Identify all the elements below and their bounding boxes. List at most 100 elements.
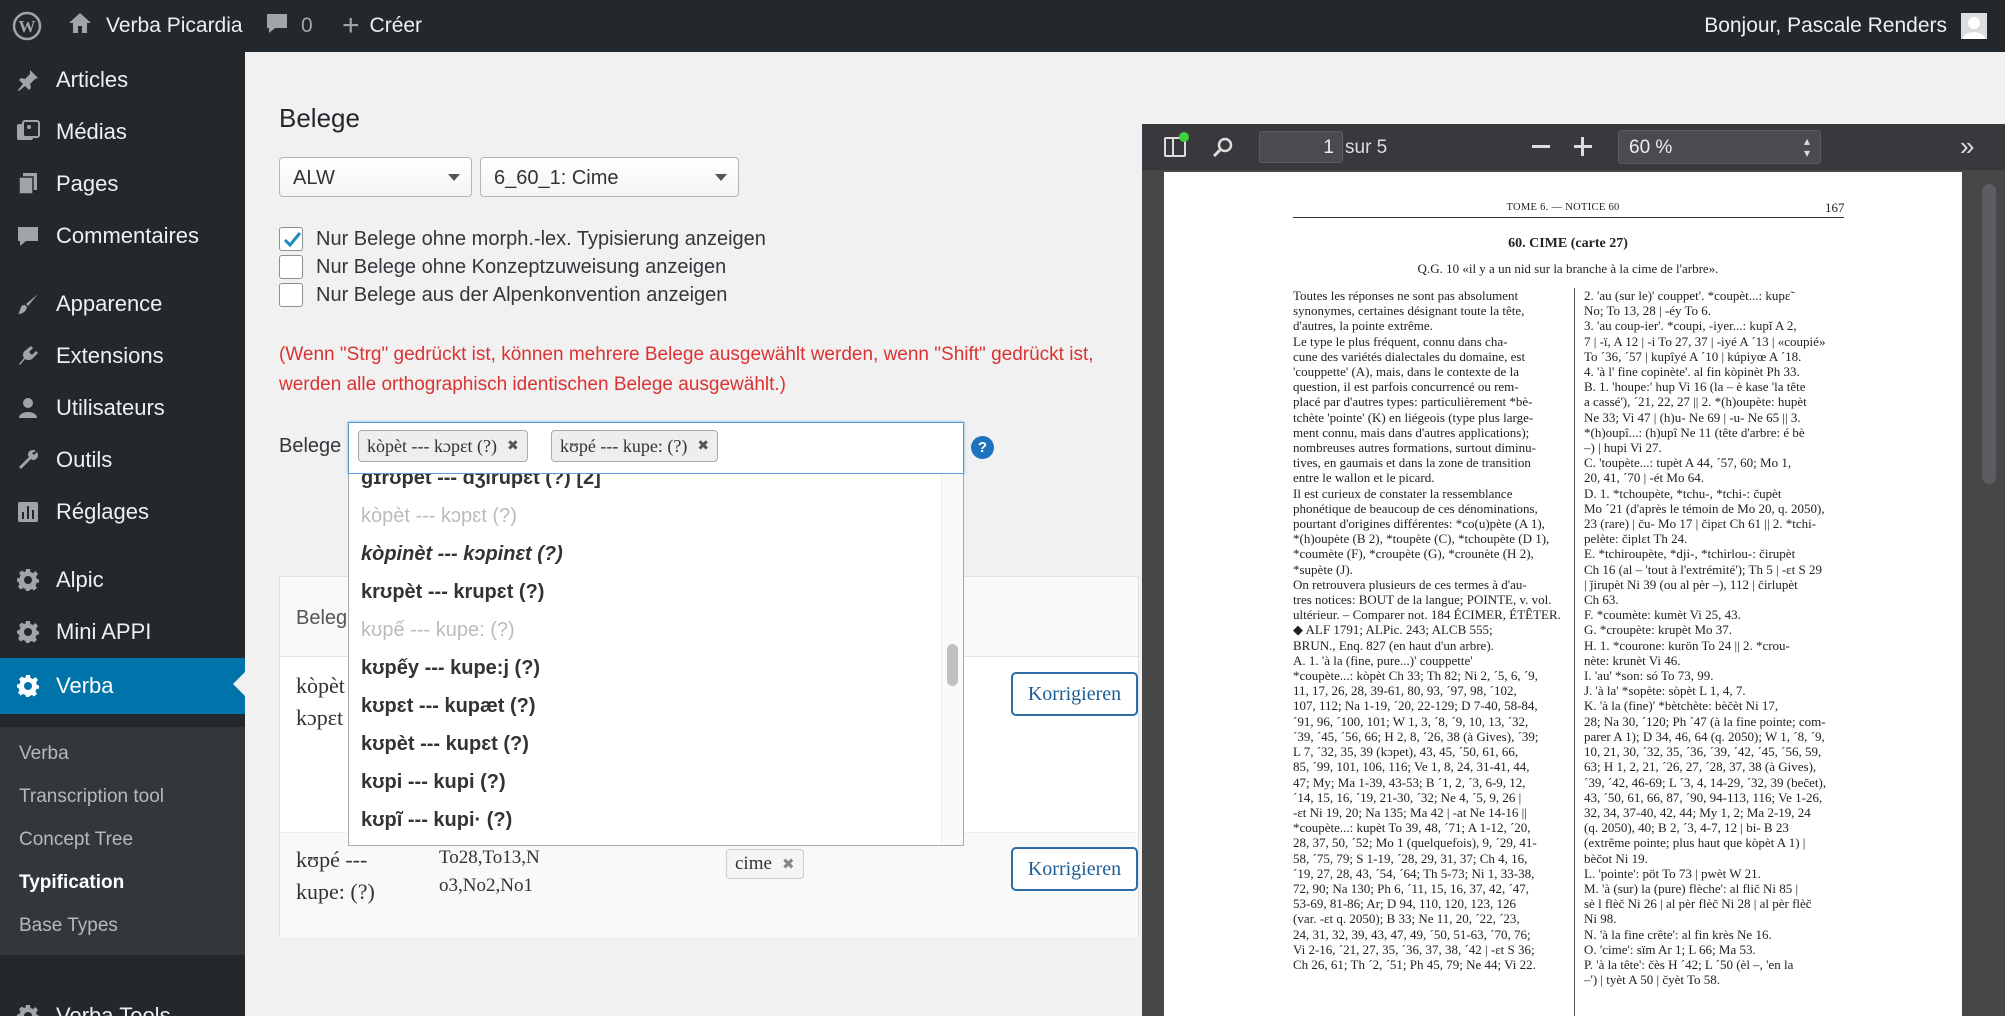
menu-articles[interactable]: Articles [0,54,245,106]
pdf-text-line: Ne 33; Vi 47 | (h)u- Ne 69 | -u- Ne 65 |… [1584,409,1801,425]
filter-no-concept-checkbox[interactable] [279,255,303,279]
dropdown-option[interactable]: kòpèt --- kɔpɛt (?) [361,505,517,528]
pdf-text-line: 2. 'au (sur le)' couppet'. *coupèt...: k… [1584,288,1791,303]
pdf-text-line: ´19, 27, 28, 43, ´54, ´64; Th 5-73; Ni 1… [1293,865,1535,881]
site-name: Verba Picardia [106,14,243,37]
pdf-text-line: 28, 37, 50, ´52; Mo 1 (quelquefois), 9, … [1293,835,1537,851]
zoom-out-icon[interactable] [1532,145,1550,148]
submenu-concept-tree[interactable]: Concept Tree [19,829,133,851]
menu-medias[interactable]: Médias [0,106,245,158]
remove-tag-icon[interactable]: ✖ [697,438,709,455]
menu-outils[interactable]: Outils [0,434,245,486]
pdf-text-line: 23 (rare) | ču- Mo 17 | čipɛt Ch 61 || 2… [1584,516,1817,532]
wrench-icon [0,448,56,472]
dropdown-option[interactable]: kʊpế --- kupe: (?) [361,619,515,642]
beleg-phon: kɔpɛt [296,705,344,730]
sidebar-toggle-icon[interactable] [1164,132,1189,157]
belege-multiselect[interactable]: kòpèt --- kɔpɛt (?) ✖ kʊpé --- kupe: (?)… [348,422,964,474]
user-icon [0,396,56,420]
page-count: sur 5 [1345,137,1388,158]
help-icon[interactable]: ? [971,436,994,459]
submenu-base-types[interactable]: Base Types [19,915,118,937]
dropdown-option[interactable]: kʊpi --- kupi (?) [361,771,506,794]
selection-notice: (Wenn "Strg" gedrückt ist, können mehrer… [279,340,1094,400]
site-name-link[interactable]: Verba Picardia [68,0,243,52]
zoom-in-icon[interactable] [1574,133,1594,161]
pdf-text-line: Mo ´21 (d'après le témoin de Mo 20, q. 2… [1584,500,1825,516]
home-icon [68,12,92,40]
menu-label: Mini APPI [56,619,152,644]
submenu-typification[interactable]: Typification [19,872,124,894]
pdf-text-line: G. *croupète: krupèt Mo 37. [1584,622,1733,638]
submenu-verba[interactable]: Verba [19,743,69,765]
header-rule [1293,217,1844,218]
pdf-text-line: No; To 13, 28 | -éy To 6. [1584,303,1712,319]
pdf-text-line: question, il est parfois concurrencé ou … [1293,379,1519,395]
pdf-text-line: d'autres, la pointe extrême. [1293,318,1433,334]
comments-link[interactable]: 0 [265,0,313,52]
search-icon[interactable] [1212,136,1234,158]
remove-tag-icon[interactable]: ✖ [782,855,795,874]
beleg-places: o3,No2,No1 [439,875,533,896]
menu-alpic[interactable]: Alpic [0,554,245,606]
new-content-link[interactable]: + Créer [342,0,422,52]
chevron-down-icon [715,174,727,181]
comment-icon [0,225,56,247]
dropdown-option[interactable]: kʊpếy --- kupe:j (?) [361,657,540,680]
filter-untyped-checkbox[interactable] [279,227,303,251]
source-select-value: ALW [293,167,335,189]
tag-label: kòpèt --- kɔpɛt (?) [367,435,497,456]
menu-label: Alpic [56,567,104,592]
pdf-text-line: pelète: čiplɛt Th 24. [1584,531,1688,547]
running-header: TOME 6. — NOTICE 60 [1506,202,1620,213]
pdf-text-line: O. 'cime': sïm Ar 1; L 66; Ma 53. [1584,941,1756,957]
pdf-text-line: Ch 26, 61; Th ´2, ´51; Ph 45, 79; Ne 44;… [1293,956,1536,972]
pdf-text-line: *coumète (F), *croupète (G), *crounète (… [1293,546,1534,562]
menu-mini-appi[interactable]: Mini APPI [0,606,245,658]
zoom-select[interactable]: 60 % ▴ ▾ [1618,130,1821,164]
dropdown-option[interactable]: kʊpĩ --- kupi· (?) [361,809,512,832]
pdf-text-line: H. 1. *courone: kurön To 24 || 2. *crou- [1584,637,1790,653]
selected-tag: kòpèt --- kɔpɛt (?) ✖ [358,430,528,462]
menu-apparence[interactable]: Apparence [0,278,245,330]
menu-pages[interactable]: Pages [0,158,245,210]
pdf-text-line: phonétique de beaucoup de ces dénominati… [1293,500,1538,516]
pdf-text-line: *(h)oupète (B 2), *toupète (C), *tchoupè… [1293,531,1550,547]
menu-label: Articles [56,67,129,92]
dropdown-option[interactable]: kʊpèt --- kupɛt (?) [361,733,529,756]
pdf-text-line: sè l flèč Ni 26 | al pèr flèč Ni 28 | al… [1584,896,1812,912]
menu-verba-tools[interactable]: Verba Tools [0,990,245,1016]
pdf-text-line: E. *tchiroupète, *dji-, *tchirlou-: čiru… [1584,546,1796,562]
dropdown-option[interactable]: kòpinèt --- kɔpinɛt (?) [361,543,563,566]
menu-commentaires[interactable]: Commentaires [0,210,245,262]
dropdown-option[interactable]: kʊpɛt --- kupæt (?) [361,695,536,718]
pdf-scrollbar[interactable] [1982,184,1996,484]
pdf-text-line: 32, 34, 37-40, 42, 44; My 1, 2; Ma 2-19,… [1584,804,1811,820]
menu-extensions[interactable]: Extensions [0,330,245,382]
account-menu[interactable]: Bonjour, Pascale Renders [1704,0,1987,52]
korrigieren-button-1[interactable]: Korrigieren [1011,672,1138,716]
source-select[interactable]: ALW [279,157,472,197]
pdf-text-line: tives, en gaumais et dans la zone de tra… [1293,455,1531,471]
dropdown-option[interactable]: krʊpèt --- krupɛt (?) [361,581,544,604]
wordpress-logo-icon[interactable]: W [12,0,42,52]
filter-alpine-checkbox[interactable] [279,283,303,307]
tools-menu-icon[interactable]: » [1960,133,1974,159]
menu-utilisateurs[interactable]: Utilisateurs [0,382,245,434]
active-indicator [233,672,245,696]
submenu-transcription-tool[interactable]: Transcription tool [19,786,164,808]
checkbox-label: Nur Belege ohne Konzeptzuweisung anzeige… [316,255,727,278]
dropdown-option[interactable]: gɪrʊpèt --- dʒirupɛt (?) [2] [361,474,601,490]
menu-label: Utilisateurs [56,395,165,420]
pdf-text-line: 10, 21, 30, ´32, 35, ´36, ´39, ´42, ´45,… [1584,744,1822,760]
dropdown-scrollbar[interactable] [941,474,963,845]
menu-verba[interactable]: Verba [0,658,245,714]
remove-tag-icon[interactable]: ✖ [507,438,519,455]
menu-reglages[interactable]: Réglages [0,486,245,538]
pdf-text-line: A. 1. 'à la (fine, pure...)' couppette' [1293,652,1473,668]
scrollbar-thumb[interactable] [947,644,958,686]
pdf-text-line: On retrouvera plusieurs de ces termes à … [1293,576,1527,592]
page-number-input[interactable]: 1 [1259,131,1343,163]
map-select[interactable]: 6_60_1: Cime [480,157,739,197]
korrigieren-button-2[interactable]: Korrigieren [1011,847,1138,891]
